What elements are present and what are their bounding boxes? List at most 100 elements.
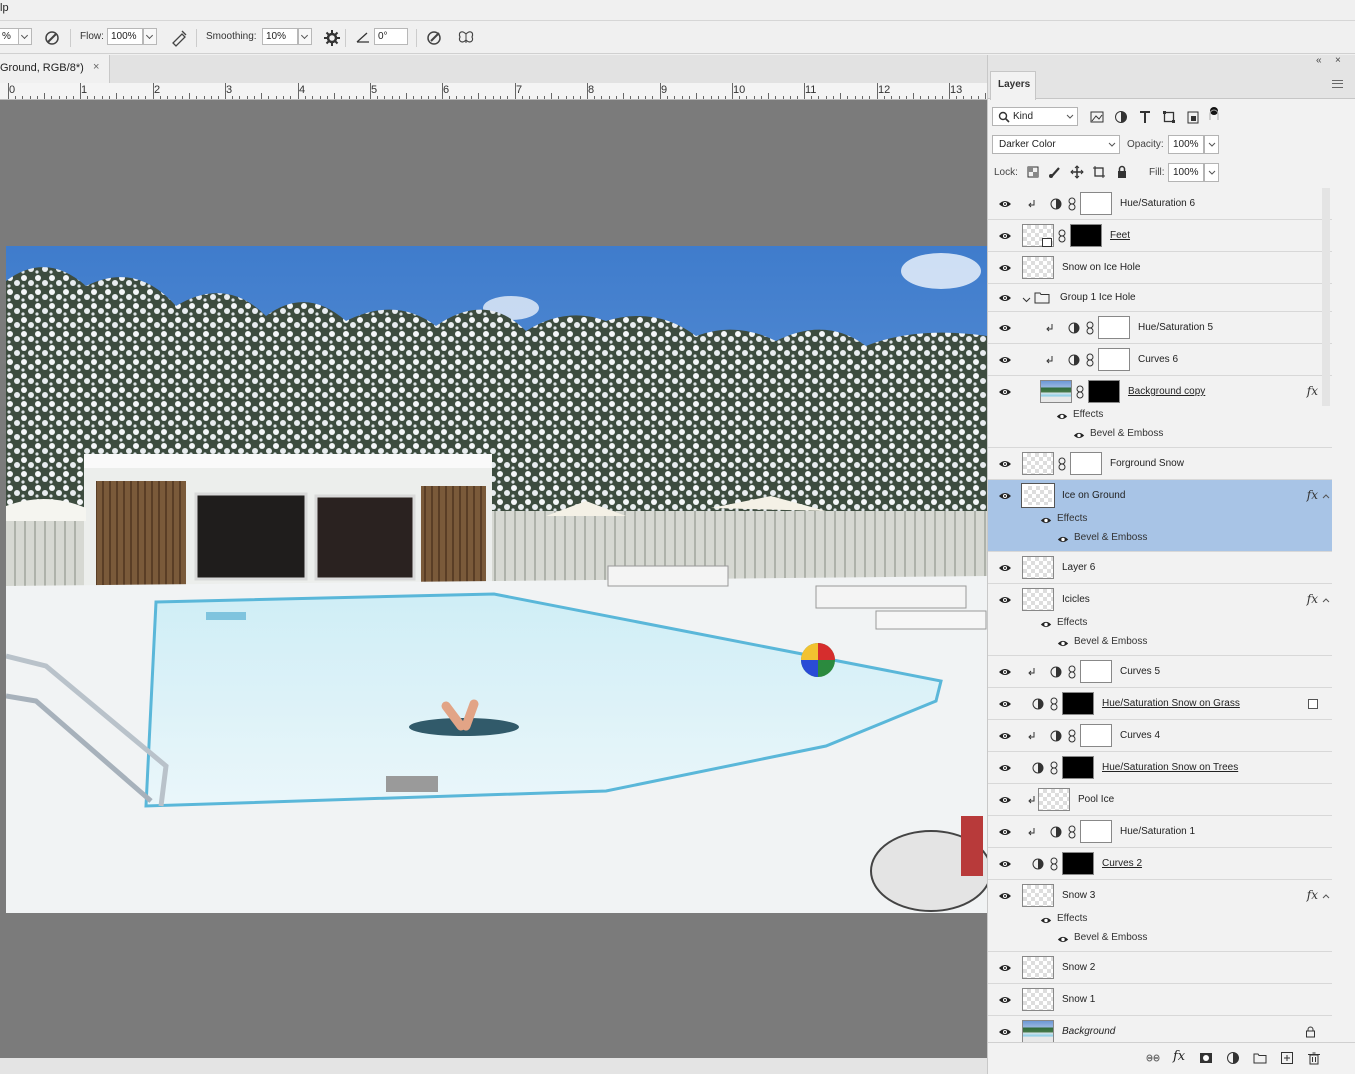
layer-effects-icon[interactable]: fx [1307,384,1318,398]
effect-visibility-eye-icon[interactable] [1040,516,1052,525]
layer-row[interactable]: Feet [988,220,1332,252]
layer-thumbnail[interactable] [1040,380,1072,403]
blend-mode-select[interactable]: Darker Color [992,135,1120,154]
document-image[interactable] [6,246,987,913]
layer-row[interactable]: Ice on Ground fx Effects Bevel & Emboss [988,480,1332,552]
effect-name[interactable]: Bevel & Emboss [1090,428,1163,439]
visibility-eye-icon[interactable] [998,859,1012,869]
add-mask-icon[interactable] [1199,1051,1213,1065]
close-panel-icon[interactable]: × [1335,55,1341,66]
layer-row[interactable]: Hue/Saturation Snow on Grass [988,688,1332,720]
shape-filter-icon[interactable] [1162,110,1176,124]
type-filter-icon[interactable] [1138,110,1152,124]
layer-list-scrollbar[interactable] [1332,188,1355,1042]
layer-row[interactable]: Hue/Saturation Snow on Trees [988,752,1332,784]
layer-mask-thumbnail[interactable] [1080,820,1112,843]
layer-thumbnail[interactable] [1022,988,1054,1011]
layer-thumbnail[interactable] [1022,256,1054,279]
layer-mask-thumbnail[interactable] [1062,852,1094,875]
mask-link-icon[interactable] [1086,321,1094,335]
visibility-eye-icon[interactable] [998,1027,1012,1037]
layer-row[interactable]: Pool Ice [988,784,1332,816]
airbrush-icon[interactable] [170,29,188,47]
smoothing-dropdown[interactable] [298,28,312,45]
visibility-eye-icon[interactable] [998,199,1012,209]
horizontal-scrollbar[interactable] [0,1058,987,1074]
smoothing-field[interactable]: 10% [262,28,298,45]
visibility-eye-icon[interactable] [998,667,1012,677]
layer-mask-thumbnail[interactable] [1070,224,1102,247]
mask-link-icon[interactable] [1068,665,1076,679]
filter-toggle-icon[interactable] [1208,106,1222,120]
chevron-up-icon[interactable] [1322,596,1330,604]
layer-row[interactable]: Forground Snow [988,448,1332,480]
visibility-eye-icon[interactable] [998,563,1012,573]
adjustment-filter-icon[interactable] [1114,110,1128,124]
layer-row[interactable]: Group 1 Ice Hole [988,284,1332,312]
document-tab[interactable]: Ground, RGB/8*) × [0,55,110,83]
visibility-eye-icon[interactable] [998,699,1012,709]
gear-icon[interactable] [323,29,341,47]
effect-visibility-eye-icon[interactable] [1057,639,1069,648]
layer-thumbnail[interactable] [1038,788,1070,811]
effect-visibility-eye-icon[interactable] [1073,431,1085,440]
visibility-eye-icon[interactable] [998,995,1012,1005]
layer-mask-thumbnail[interactable] [1080,192,1112,215]
lock-all-icon[interactable] [1115,165,1129,179]
layer-row[interactable]: Snow 1 [988,984,1332,1016]
new-adjustment-layer-icon[interactable] [1226,1051,1240,1065]
mask-link-icon[interactable] [1058,229,1066,243]
mask-link-icon[interactable] [1050,697,1058,711]
visibility-eye-icon[interactable] [998,459,1012,469]
mask-link-icon[interactable] [1086,353,1094,367]
layer-row[interactable]: Snow 2 [988,952,1332,984]
visibility-eye-icon[interactable] [998,387,1012,397]
layer-row[interactable]: Hue/Saturation 6 [988,188,1332,220]
effect-name[interactable]: Bevel & Emboss [1074,932,1147,943]
visibility-eye-icon[interactable] [998,827,1012,837]
layer-list[interactable]: Hue/Saturation 6 Feet Snow on Ice Hole Grou… [988,188,1332,1048]
layer-row[interactable]: Hue/Saturation 1 [988,816,1332,848]
panel-menu-icon[interactable] [1332,80,1343,88]
canvas-area[interactable] [0,100,987,1058]
layer-row[interactable]: Curves 2 [988,848,1332,880]
visibility-eye-icon[interactable] [998,355,1012,365]
effect-name[interactable]: Bevel & Emboss [1074,532,1147,543]
fill-field[interactable]: 100% [1168,163,1204,182]
visibility-eye-icon[interactable] [998,263,1012,273]
flow-field[interactable]: 100% [107,28,143,45]
layer-row[interactable]: Background copy fx Effects Bevel & Emboss [988,376,1332,448]
link-layers-icon[interactable] [1146,1051,1160,1065]
mask-link-icon[interactable] [1058,457,1066,471]
mask-link-icon[interactable] [1068,825,1076,839]
layer-thumbnail[interactable] [1022,956,1054,979]
layer-row[interactable]: Curves 5 [988,656,1332,688]
brush-pressure-icon[interactable] [43,29,61,47]
visibility-eye-icon[interactable] [998,731,1012,741]
fill-dropdown[interactable] [1204,163,1219,182]
angle-field[interactable]: 0° [374,28,408,45]
lock-image-pixels-icon[interactable] [1048,165,1062,179]
effect-visibility-eye-icon[interactable] [1056,412,1068,421]
layer-mask-thumbnail[interactable] [1098,316,1130,339]
brush-size-dropdown[interactable] [18,28,32,45]
layer-row[interactable]: Hue/Saturation 5 [988,312,1332,344]
brush-size-field[interactable]: % [0,28,20,45]
mask-link-icon[interactable] [1050,761,1058,775]
layer-thumbnail[interactable] [1022,452,1054,475]
visibility-eye-icon[interactable] [998,963,1012,973]
effect-visibility-eye-icon[interactable] [1040,916,1052,925]
layer-thumbnail[interactable] [1022,588,1054,611]
smart-object-filter-icon[interactable] [1186,110,1200,124]
layer-row[interactable]: Curves 6 [988,344,1332,376]
mask-link-icon[interactable] [1050,857,1058,871]
layer-row[interactable]: Snow 3 fx Effects Bevel & Emboss [988,880,1332,952]
symmetry-butterfly-icon[interactable] [457,29,475,47]
pressure-size-icon[interactable] [425,29,443,47]
delete-layer-icon[interactable] [1307,1051,1321,1065]
flow-dropdown[interactable] [143,28,157,45]
effect-name[interactable]: Bevel & Emboss [1074,636,1147,647]
lock-artboard-icon[interactable] [1092,165,1106,179]
layer-thumbnail[interactable] [1022,884,1054,907]
visibility-eye-icon[interactable] [998,795,1012,805]
